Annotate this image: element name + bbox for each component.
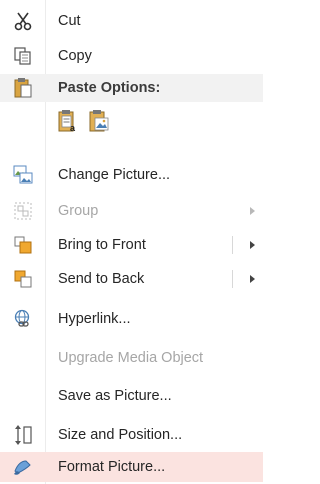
menu-item-size-and-position[interactable]: Size and Position... — [0, 420, 263, 450]
paste-options-header: Paste Options: — [0, 74, 263, 102]
menu-item-bring-to-front[interactable]: Bring to Front — [0, 230, 263, 260]
menu-item-hyperlink-label: Hyperlink... — [58, 311, 131, 327]
menu-item-format-picture[interactable]: Format Picture... — [0, 452, 263, 482]
menu-item-bring-to-front-label: Bring to Front — [58, 237, 146, 253]
menu-item-upgrade-media-object[interactable]: Upgrade Media Object — [0, 343, 263, 373]
paste-picture-button[interactable] — [87, 110, 111, 136]
menu-item-hyperlink[interactable]: Hyperlink... — [0, 304, 263, 334]
menu-item-group-label: Group — [58, 203, 99, 219]
menu-item-save-as-picture-label: Save as Picture... — [58, 388, 172, 404]
menu-item-cut[interactable]: Cut — [0, 6, 263, 36]
menu-item-size-and-position-label: Size and Position... — [58, 427, 183, 443]
menu-item-change-picture[interactable]: Change Picture... — [0, 160, 263, 190]
change-picture-icon — [12, 164, 34, 186]
menu-item-send-to-back[interactable]: Send to Back — [0, 264, 263, 294]
keep-text-only-paste-icon: a — [57, 109, 79, 137]
bring-to-front-icon — [12, 234, 34, 256]
paste-keep-text-only-button[interactable]: a — [56, 110, 80, 136]
clipboard-icon — [13, 77, 35, 99]
split-divider — [232, 236, 233, 254]
context-menu: Cut Copy Paste Options: a Change Picture… — [0, 0, 263, 484]
paste-options-label: Paste Options: — [58, 80, 161, 96]
chevron-right-icon[interactable] — [250, 275, 255, 283]
split-divider — [232, 270, 233, 288]
menu-item-group[interactable]: Group — [0, 196, 263, 226]
copy-icon — [12, 45, 34, 67]
format-picture-icon — [12, 456, 34, 478]
menu-item-format-picture-label: Format Picture... — [58, 459, 166, 475]
chevron-right-icon[interactable] — [250, 241, 255, 249]
menu-item-change-picture-label: Change Picture... — [58, 167, 171, 183]
chevron-right-icon — [250, 207, 255, 215]
picture-paste-icon — [88, 109, 110, 137]
size-and-position-icon — [12, 424, 34, 446]
menu-item-copy[interactable]: Copy — [0, 41, 263, 71]
menu-item-copy-label: Copy — [58, 48, 92, 64]
menu-item-save-as-picture[interactable]: Save as Picture... — [0, 381, 263, 411]
group-icon — [12, 200, 34, 222]
scissors-icon — [12, 10, 34, 32]
menu-item-upgrade-media-object-label: Upgrade Media Object — [58, 350, 204, 366]
menu-item-send-to-back-label: Send to Back — [58, 271, 145, 287]
menu-item-cut-label: Cut — [58, 13, 81, 29]
hyperlink-icon — [12, 308, 34, 330]
svg-text:a: a — [70, 123, 76, 133]
send-to-back-icon — [12, 268, 34, 290]
